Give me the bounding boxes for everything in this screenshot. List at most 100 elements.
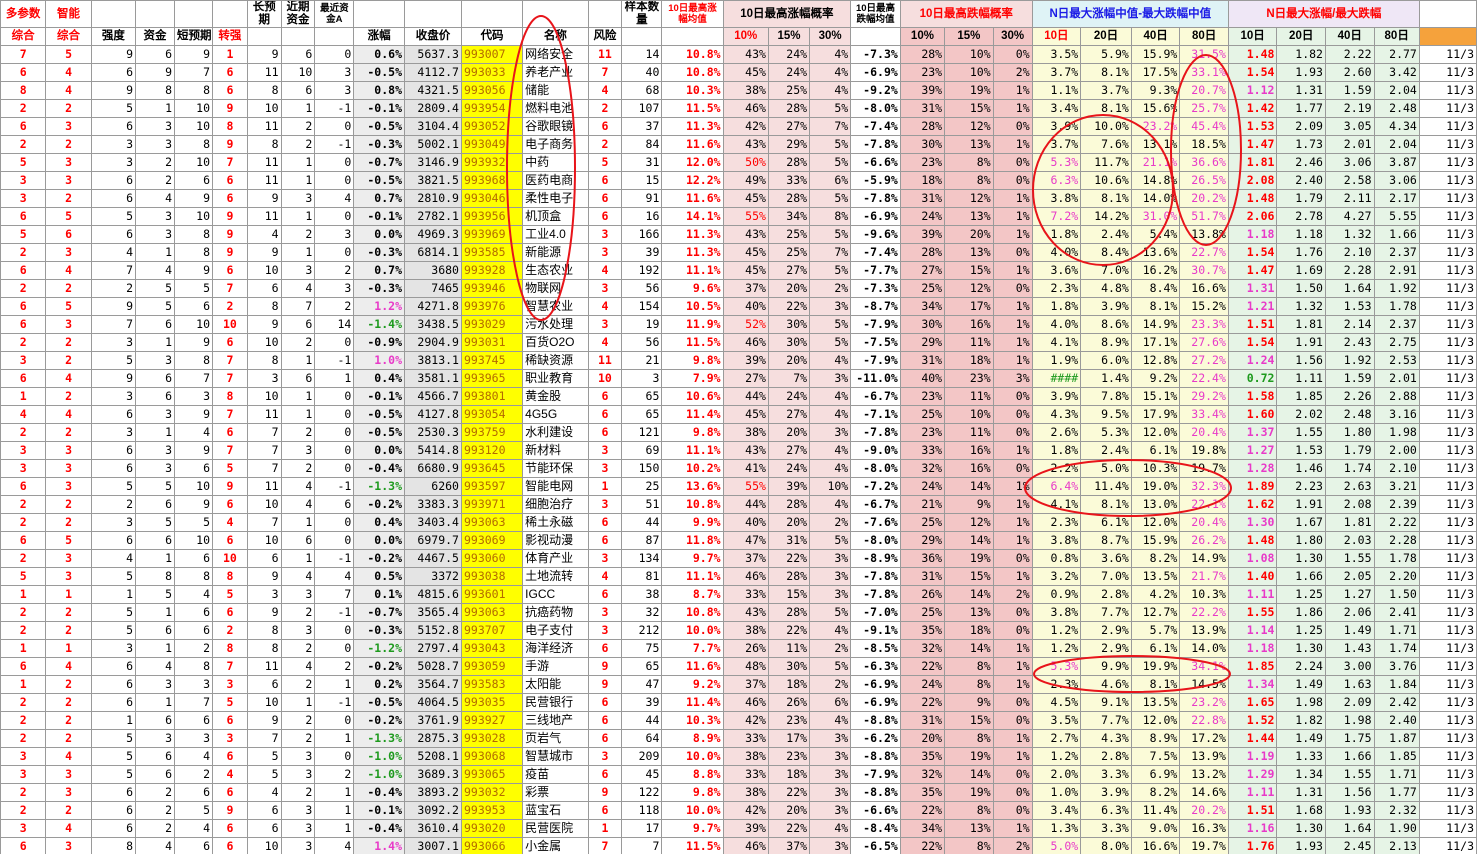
- cell-composite-smart[interactable]: 2: [45, 333, 92, 352]
- cell-ratio-40d[interactable]: 1.32: [1324, 225, 1375, 244]
- cell-change[interactable]: 0.6%: [353, 45, 405, 64]
- cell-strength[interactable]: 6: [90, 225, 137, 244]
- cell-fall-10[interactable]: 24%: [899, 675, 946, 694]
- cell-date[interactable]: 11/3: [1418, 819, 1477, 838]
- cell-sample[interactable]: 91: [621, 189, 663, 208]
- cell-fall-10[interactable]: 22%: [899, 801, 946, 820]
- cell-ratio-10d[interactable]: 1.47: [1227, 261, 1278, 280]
- cell-code[interactable]: 993054: [460, 405, 524, 424]
- cell-rise-30[interactable]: 3%: [809, 837, 852, 854]
- cell-fall-30[interactable]: 1%: [992, 729, 1033, 748]
- cell-rise-10[interactable]: 37%: [722, 675, 769, 694]
- cell-rise-10[interactable]: 46%: [722, 837, 769, 854]
- cell-short-expect[interactable]: 10: [174, 477, 214, 496]
- cell-med-80d[interactable]: 26.5%: [1179, 171, 1229, 190]
- cell-sample[interactable]: 81: [621, 567, 663, 586]
- cell-long-expect[interactable]: 9: [246, 243, 282, 262]
- cell-long-expect[interactable]: 6: [246, 675, 282, 694]
- cell-ratio-20d[interactable]: 1.53: [1276, 441, 1326, 460]
- cell-sample[interactable]: 192: [621, 261, 663, 280]
- cell-med-40d[interactable]: 15.1%: [1130, 387, 1181, 406]
- cell-recent-fund[interactable]: 2: [280, 711, 316, 730]
- cell-short-expect[interactable]: 6: [174, 837, 214, 854]
- cell-name[interactable]: 水利建设: [522, 423, 589, 442]
- cell-name[interactable]: 储能: [522, 81, 589, 100]
- cell-fall-15[interactable]: 12%: [944, 279, 994, 298]
- cell-turn-strong[interactable]: 3: [212, 729, 248, 748]
- cell-name[interactable]: 民营银行: [522, 693, 589, 712]
- cell-recent-fund[interactable]: 2: [280, 135, 316, 154]
- cell-ratio-20d[interactable]: 1.25: [1276, 585, 1326, 604]
- cell-recent-fund-a[interactable]: 1: [314, 675, 355, 694]
- cell-fall-mean[interactable]: -7.5%: [850, 333, 901, 352]
- cell-strength[interactable]: 6: [90, 657, 137, 676]
- cell-long-expect[interactable]: 9: [246, 189, 282, 208]
- cell-close[interactable]: 5637.3: [404, 45, 462, 64]
- cell-long-expect[interactable]: 11: [246, 477, 282, 496]
- cell-code[interactable]: 993056: [460, 81, 524, 100]
- cell-strength[interactable]: 8: [90, 837, 137, 854]
- cell-composite-smart[interactable]: 3: [45, 837, 92, 854]
- cell-name[interactable]: 4G5G: [522, 405, 589, 424]
- cell-rise-30[interactable]: 5%: [809, 261, 852, 280]
- cell-date[interactable]: 11/3: [1418, 63, 1477, 82]
- cell-short-expect[interactable]: 5: [174, 513, 214, 532]
- cell-turn-strong[interactable]: 7: [212, 369, 248, 388]
- cell-date[interactable]: 11/3: [1418, 765, 1477, 784]
- cell-fall-mean[interactable]: -7.8%: [850, 423, 901, 442]
- cell-med-40d[interactable]: 15.9%: [1130, 531, 1181, 550]
- cell-code[interactable]: 993585: [460, 243, 524, 262]
- cell-rise-15[interactable]: 20%: [767, 801, 811, 820]
- cell-close[interactable]: 5152.8: [404, 621, 462, 640]
- cell-fall-15[interactable]: 15%: [944, 567, 994, 586]
- sub-fall-30[interactable]: 30%: [992, 27, 1033, 46]
- cell-ratio-20d[interactable]: 2.24: [1276, 657, 1326, 676]
- cell-rise-15[interactable]: 27%: [767, 117, 811, 136]
- cell-composite-smart[interactable]: 2: [45, 423, 92, 442]
- cell-fall-mean[interactable]: -7.9%: [850, 315, 901, 334]
- cell-date[interactable]: 11/3: [1418, 621, 1477, 640]
- sub-strength[interactable]: 强度: [90, 27, 137, 46]
- cell-name[interactable]: 稀土永磁: [522, 513, 589, 532]
- cell-recent-fund[interactable]: 1: [280, 513, 316, 532]
- cell-med-80d[interactable]: 45.4%: [1179, 117, 1229, 136]
- cell-long-expect[interactable]: 9: [246, 603, 282, 622]
- cell-fund[interactable]: 6: [135, 531, 176, 550]
- cell-fall-10[interactable]: 40%: [899, 369, 946, 388]
- cell-recent-fund[interactable]: 4: [280, 279, 316, 298]
- cell-fund[interactable]: 3: [135, 351, 176, 370]
- cell-ratio-10d[interactable]: 1.52: [1227, 711, 1278, 730]
- cell-name[interactable]: 柔性电子: [522, 189, 589, 208]
- cell-fall-mean[interactable]: -9.1%: [850, 621, 901, 640]
- cell-fall-15[interactable]: 16%: [944, 315, 994, 334]
- cell-fund[interactable]: 6: [135, 45, 176, 64]
- cell-rise-mean[interactable]: 11.5%: [661, 333, 724, 352]
- cell-med-40d[interactable]: 17.9%: [1130, 405, 1181, 424]
- cell-ratio-10d[interactable]: 1.19: [1227, 747, 1278, 766]
- cell-rise-mean[interactable]: 11.3%: [661, 117, 724, 136]
- cell-name[interactable]: 彩票: [522, 783, 589, 802]
- table-row[interactable]: 6 4 6 9 7 6 11 10 3 -0.5% 4112.7 993033 养老产业 7 40 10.8%…: [0, 63, 1477, 82]
- cell-med-40d[interactable]: 15.6%: [1130, 99, 1181, 118]
- cell-recent-fund[interactable]: 1: [280, 693, 316, 712]
- cell-fall-30[interactable]: 1%: [992, 135, 1033, 154]
- sub-ratio-80d[interactable]: 80日: [1373, 27, 1420, 46]
- cell-composite-smart[interactable]: 2: [45, 603, 92, 622]
- table-row[interactable]: 6 3 6 3 10 8 11 2 0 -0.5% 3104.4 993052 谷歌眼镜 6 37 11.3%…: [0, 117, 1477, 136]
- cell-ratio-80d[interactable]: 1.71: [1373, 765, 1420, 784]
- cell-code[interactable]: 993601: [460, 585, 524, 604]
- cell-med-20d[interactable]: 2.4%: [1080, 225, 1132, 244]
- cell-code[interactable]: 993020: [460, 819, 524, 838]
- cell-rise-30[interactable]: 2%: [809, 639, 852, 658]
- cell-code[interactable]: 993597: [460, 477, 524, 496]
- cell-med-10d[interactable]: 3.8%: [1031, 531, 1082, 550]
- cell-long-expect[interactable]: 7: [246, 423, 282, 442]
- cell-long-expect[interactable]: 8: [246, 297, 282, 316]
- cell-ratio-20d[interactable]: 1.91: [1276, 333, 1326, 352]
- cell-rise-10[interactable]: 38%: [722, 621, 769, 640]
- cell-sample[interactable]: 39: [621, 243, 663, 262]
- cell-fall-mean[interactable]: -7.0%: [850, 603, 901, 622]
- cell-ratio-40d[interactable]: 1.53: [1324, 297, 1375, 316]
- cell-change[interactable]: -0.3%: [353, 621, 405, 640]
- cell-name[interactable]: 电子支付: [522, 621, 589, 640]
